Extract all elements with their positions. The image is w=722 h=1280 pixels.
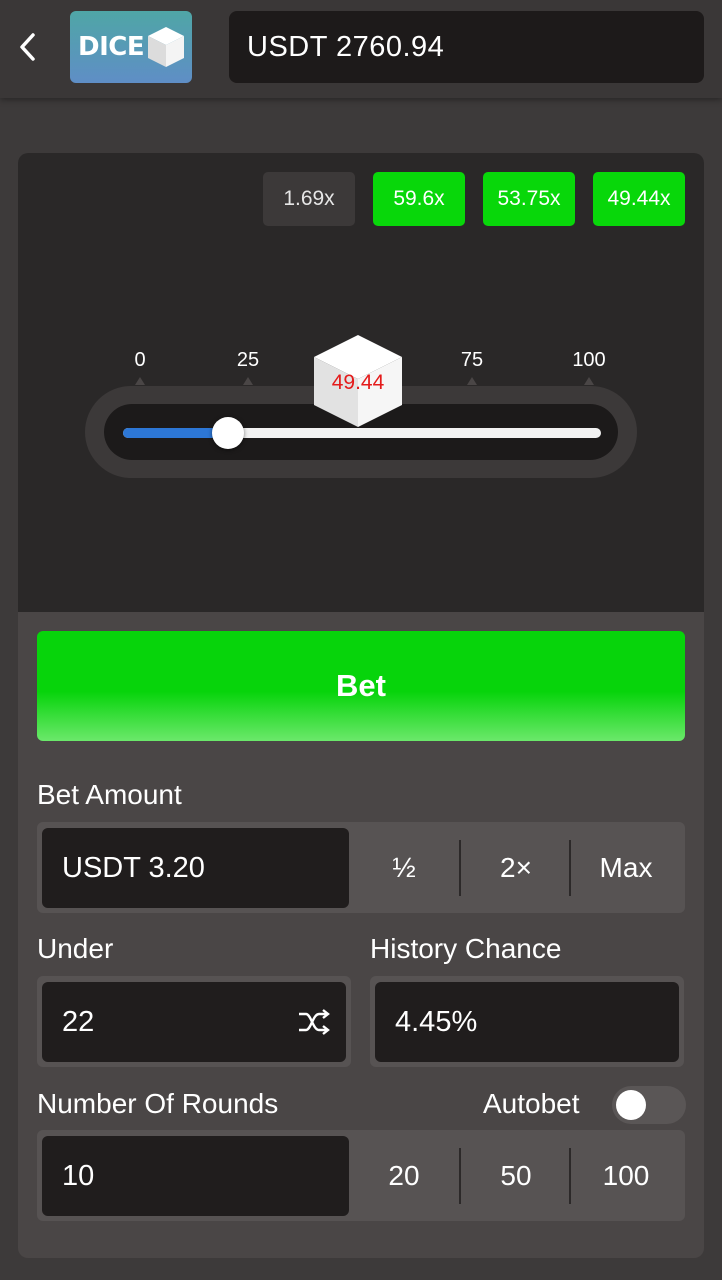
max-bet-button[interactable]: Max	[571, 828, 681, 908]
slider-tick-label: 0	[134, 349, 146, 371]
cube-icon	[148, 27, 185, 67]
shuffle-icon[interactable]	[297, 1009, 331, 1035]
history-chance-group: 4.45%	[370, 976, 684, 1067]
history-multiplier: 1.69x	[263, 172, 355, 226]
rounds-option-button[interactable]: 20	[349, 1136, 459, 1216]
bet-button[interactable]: Bet	[37, 631, 685, 741]
history-multiplier: 53.75x	[483, 172, 575, 226]
double-bet-button[interactable]: 2×	[461, 828, 571, 908]
rounds-label: Number Of Rounds	[37, 1088, 279, 1119]
bet-amount-input[interactable]: USDT 3.20	[42, 828, 349, 908]
slider-tick-label: 75	[460, 349, 484, 371]
slider-tick-label: 25	[236, 349, 260, 371]
history-multiplier: 49.44x	[593, 172, 685, 226]
game-area: 1.69x 59.6x 53.75x 49.44x 0 25 50 75 100…	[18, 153, 704, 612]
dice-logo: DICE	[70, 11, 192, 83]
balance-display: USDT 2760.94	[229, 11, 704, 83]
slider-handle[interactable]	[212, 417, 245, 449]
slider-tick-mark	[243, 377, 253, 385]
autobet-toggle[interactable]	[612, 1086, 686, 1124]
rounds-input[interactable]: 10	[42, 1136, 349, 1216]
slider-tick-mark	[135, 377, 145, 385]
history-chance-label: History Chance	[370, 933, 562, 964]
under-label: Under	[37, 933, 114, 964]
slider-tick-label: 100	[572, 349, 606, 371]
autobet-label: Autobet	[483, 1088, 580, 1119]
dice-result: 49.44	[310, 333, 406, 429]
rounds-option-button[interactable]: 50	[461, 1136, 571, 1216]
autobet-toggle-knob	[616, 1090, 646, 1120]
slider-tick-mark	[584, 377, 594, 385]
bet-amount-label: Bet Amount	[37, 779, 182, 810]
history-chance-value: 4.45%	[375, 982, 679, 1062]
slider-tick-mark	[467, 377, 477, 385]
back-button[interactable]	[10, 24, 46, 70]
logo-text: DICE	[78, 32, 145, 62]
under-group: 22	[37, 976, 351, 1067]
bet-amount-group: USDT 3.20 ½ 2× Max	[37, 822, 685, 913]
rounds-option-button[interactable]: 100	[571, 1136, 681, 1216]
rounds-group: 10 20 50 100	[37, 1130, 685, 1221]
dice-result-value: 49.44	[331, 371, 385, 394]
top-bar: DICE USDT 2760.94	[0, 0, 722, 98]
chevron-left-icon	[20, 33, 35, 61]
half-bet-button[interactable]: ½	[349, 828, 459, 908]
history-multiplier: 59.6x	[373, 172, 465, 226]
dice-game-card: 1.69x 59.6x 53.75x 49.44x 0 25 50 75 100…	[18, 153, 704, 1258]
